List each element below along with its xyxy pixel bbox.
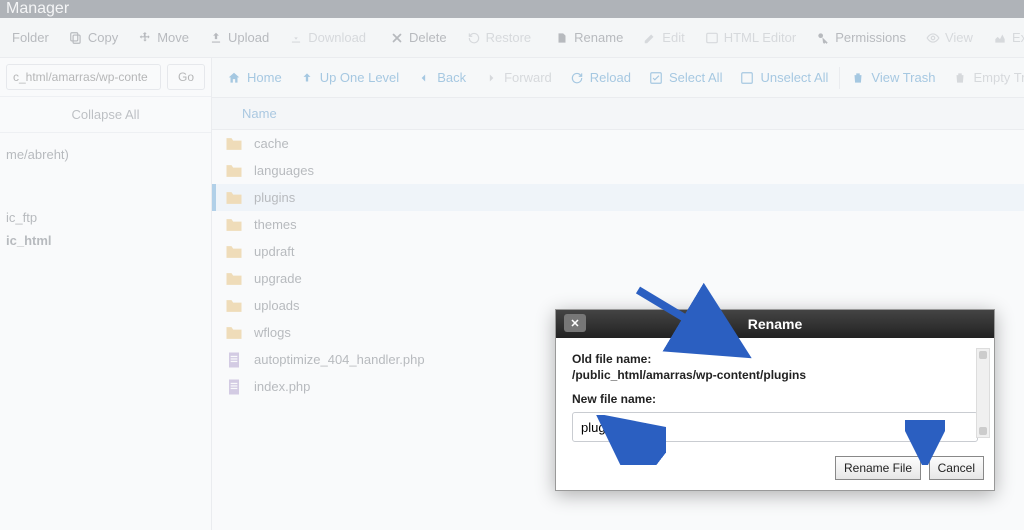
file-name: cache	[254, 136, 289, 151]
folder-row[interactable]: plugins	[212, 184, 1024, 211]
folder-row[interactable]: cache	[212, 130, 1024, 157]
home-button[interactable]: Home	[218, 64, 291, 91]
column-header[interactable]: Name	[212, 98, 1024, 130]
copy-icon	[69, 31, 83, 45]
close-icon[interactable]: ✕	[564, 314, 586, 332]
permissions-button[interactable]: Permissions	[806, 24, 916, 51]
up-icon	[300, 71, 314, 85]
file-name: updraft	[254, 244, 294, 259]
folder-button[interactable]: Folder	[2, 24, 59, 51]
pencil-icon	[643, 31, 657, 45]
check-icon	[649, 71, 663, 85]
file-name: plugins	[254, 190, 295, 205]
view-trash-button[interactable]: View Trash	[842, 64, 944, 91]
window-titlebar: Manager	[0, 0, 1024, 18]
php-file-icon	[224, 377, 244, 397]
up-one-level-button[interactable]: Up One Level	[291, 64, 409, 91]
empty-trash-button[interactable]: Empty Trash	[944, 64, 1024, 91]
dialog-titlebar: ✕ Rename	[556, 310, 994, 338]
dialog-title: Rename	[748, 316, 802, 332]
file-name: index.php	[254, 379, 310, 394]
rename-icon	[555, 31, 569, 45]
folder-row[interactable]: themes	[212, 211, 1024, 238]
name-column: Name	[242, 106, 277, 121]
tree-ftp[interactable]: ic_ftp	[4, 206, 207, 229]
edit-button[interactable]: Edit	[633, 24, 694, 51]
nav-toolbar: Home Up One Level Back Forward Reload Se…	[212, 58, 1024, 98]
back-button[interactable]: Back	[408, 64, 475, 91]
home-icon	[227, 71, 241, 85]
file-name: upgrade	[254, 271, 302, 286]
forward-icon	[484, 71, 498, 85]
eye-icon	[926, 31, 940, 45]
delete-button[interactable]: Delete	[380, 24, 457, 51]
dialog-scrollbar[interactable]	[976, 348, 990, 438]
select-all-button[interactable]: Select All	[640, 64, 731, 91]
extract-button[interactable]: Extr	[983, 24, 1024, 51]
folder-icon	[224, 188, 244, 208]
new-filename-input[interactable]	[572, 412, 978, 442]
restore-icon	[467, 31, 481, 45]
html-editor-icon	[705, 31, 719, 45]
file-name: uploads	[254, 298, 300, 313]
collapse-all-button[interactable]: Collapse All	[0, 97, 211, 133]
empty-trash-icon	[953, 71, 967, 85]
file-name: wflogs	[254, 325, 291, 340]
rename-button[interactable]: Rename	[545, 24, 633, 51]
upload-button[interactable]: Upload	[199, 24, 279, 51]
old-filename-value: /public_html/amarras/wp-content/plugins	[572, 368, 978, 382]
uncheck-icon	[740, 71, 754, 85]
forward-button[interactable]: Forward	[475, 64, 561, 91]
tree-html[interactable]: ic_html	[4, 229, 207, 252]
back-icon	[417, 71, 431, 85]
download-icon	[289, 31, 303, 45]
file-name: autoptimize_404_handler.php	[254, 352, 425, 367]
trash-icon	[851, 71, 865, 85]
key-icon	[816, 31, 830, 45]
path-row: Go	[0, 58, 211, 97]
rename-file-button[interactable]: Rename File	[835, 456, 921, 480]
folder-row[interactable]: updraft	[212, 238, 1024, 265]
download-button[interactable]: Download	[279, 24, 376, 51]
go-button[interactable]: Go	[167, 64, 205, 90]
new-filename-label: New file name:	[572, 392, 978, 406]
folder-icon	[224, 269, 244, 289]
folder-icon	[224, 242, 244, 262]
folder-tree: me/abreht) ic_ftp ic_html	[0, 133, 211, 262]
rename-dialog: ✕ Rename Old file name: /public_html/ama…	[555, 309, 995, 491]
cancel-button[interactable]: Cancel	[929, 456, 984, 480]
html-editor-button[interactable]: HTML Editor	[695, 24, 806, 51]
folder-icon	[224, 323, 244, 343]
reload-icon	[570, 71, 584, 85]
folder-icon	[224, 296, 244, 316]
folder-icon	[224, 161, 244, 181]
app-title: Manager	[6, 0, 69, 17]
delete-icon	[390, 31, 404, 45]
tree-home[interactable]: me/abreht)	[4, 143, 207, 166]
move-icon	[138, 31, 152, 45]
php-file-icon	[224, 350, 244, 370]
upload-icon	[209, 31, 223, 45]
sidebar: Go Collapse All me/abreht) ic_ftp ic_htm…	[0, 58, 212, 530]
copy-button[interactable]: Copy	[59, 24, 128, 51]
old-filename-label: Old file name:	[572, 352, 978, 366]
restore-button[interactable]: Restore	[457, 24, 542, 51]
folder-icon	[224, 134, 244, 154]
view-button[interactable]: View	[916, 24, 983, 51]
file-name: themes	[254, 217, 297, 232]
folder-row[interactable]: upgrade	[212, 265, 1024, 292]
reload-button[interactable]: Reload	[561, 64, 640, 91]
unselect-all-button[interactable]: Unselect All	[731, 64, 837, 91]
folder-row[interactable]: languages	[212, 157, 1024, 184]
extract-icon	[993, 31, 1007, 45]
file-name: languages	[254, 163, 314, 178]
path-input[interactable]	[6, 64, 161, 90]
move-button[interactable]: Move	[128, 24, 199, 51]
folder-icon	[224, 215, 244, 235]
main-toolbar: Folder Copy Move Upload Download Delete …	[0, 18, 1024, 58]
